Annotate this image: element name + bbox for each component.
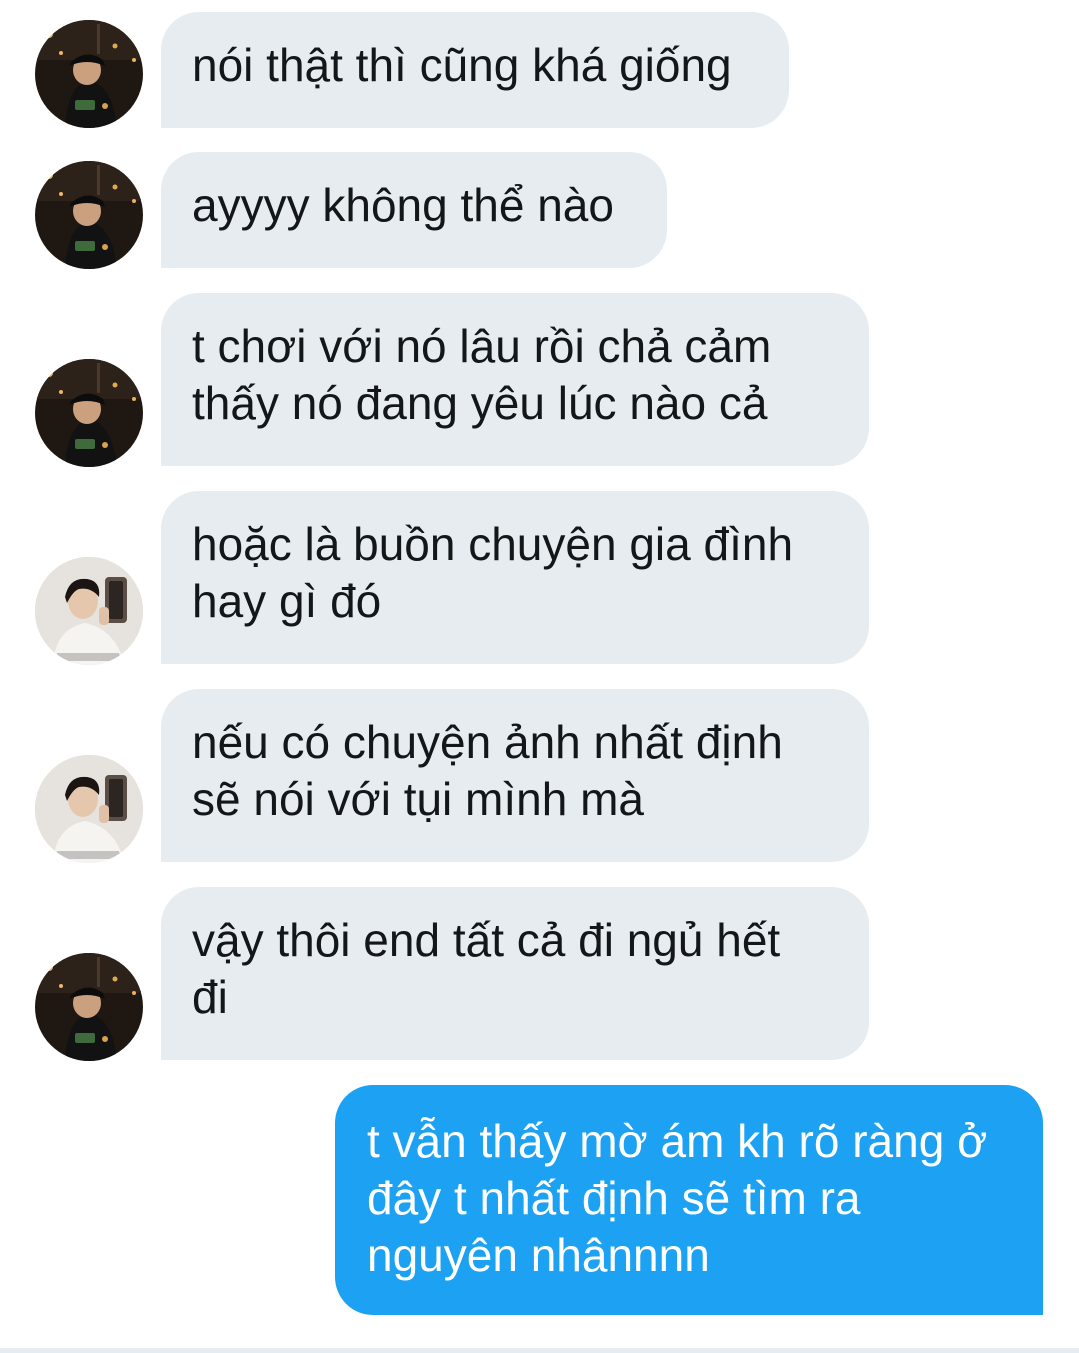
- my-message-bubble[interactable]: t vẫn thấy mờ ám kh rõ ràng ở đây t nhất…: [335, 1085, 1043, 1315]
- message-text: t vẫn thấy mờ ám kh rõ ràng ở: [367, 1115, 988, 1167]
- message-text: hay gì đó: [192, 575, 382, 627]
- message-text: t chơi với nó lâu rồi chả cảm: [192, 320, 772, 372]
- message-bubble-4[interactable]: hoặc là buồn chuyện gia đình hay gì đó: [161, 491, 869, 664]
- avatar-dark-cap-icon[interactable]: [35, 161, 143, 269]
- avatar-light-selfie-icon[interactable]: [35, 557, 143, 665]
- avatar-dark-cap-icon[interactable]: [35, 359, 143, 467]
- message-text: đây t nhất định sẽ tìm ra: [367, 1172, 861, 1224]
- message-text: hoặc là buồn chuyện gia đình: [192, 518, 794, 570]
- message-text: vậy thôi end tất cả đi ngủ hết: [192, 914, 781, 966]
- message-bubble-1[interactable]: nói thật thì cũng khá giống: [161, 12, 789, 128]
- avatar-light-selfie-icon[interactable]: [35, 755, 143, 863]
- avatar-dark-cap-icon[interactable]: [35, 953, 143, 1061]
- message-bubble-3[interactable]: t chơi với nó lâu rồi chả cảm thấy nó đa…: [161, 293, 869, 466]
- message-text: thấy nó đang yêu lúc nào cả: [192, 377, 768, 429]
- message-bubble-5[interactable]: nếu có chuyện ảnh nhất định sẽ nói với t…: [161, 689, 869, 862]
- message-text: đi: [192, 971, 228, 1023]
- avatar-dark-cap-icon[interactable]: [35, 20, 143, 128]
- message-text: nguyên nhânnnn: [367, 1229, 710, 1281]
- message-bubble-6[interactable]: vậy thôi end tất cả đi ngủ hết đi: [161, 887, 869, 1060]
- message-text: sẽ nói với tụi mình mà: [192, 773, 645, 825]
- message-bubble-2[interactable]: ayyyy không thể nào: [161, 152, 667, 268]
- bottom-divider: [0, 1348, 1079, 1353]
- message-text: ayyyy không thể nào: [192, 179, 614, 231]
- message-text: nếu có chuyện ảnh nhất định: [192, 716, 783, 768]
- message-text: nói thật thì cũng khá giống: [192, 39, 732, 91]
